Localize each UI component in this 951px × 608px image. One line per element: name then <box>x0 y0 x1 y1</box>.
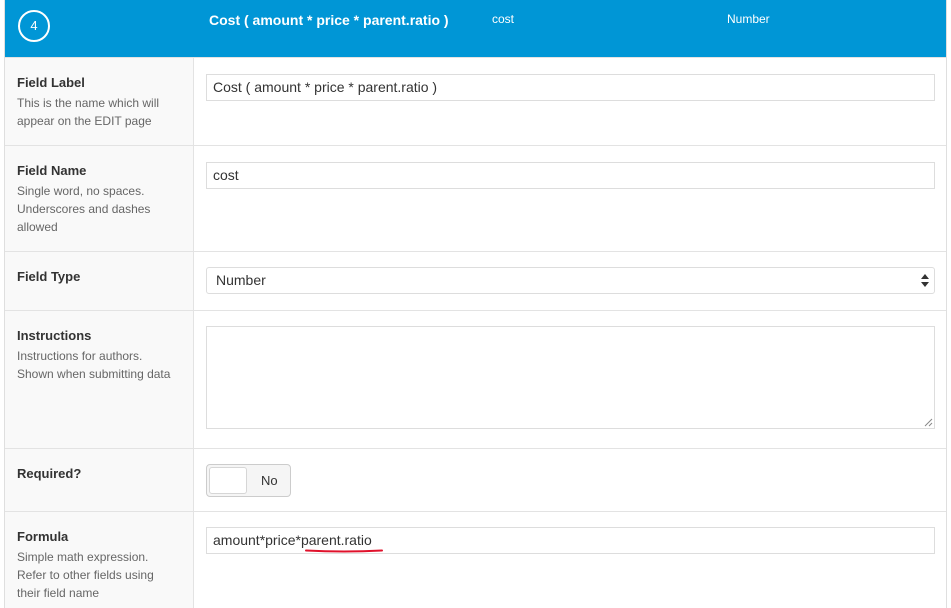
instructions-desc: Instructions for authors. Shown when sub… <box>17 347 181 383</box>
instructions-title: Instructions <box>17 328 92 343</box>
label-cell-field-type: Field Type <box>5 252 194 310</box>
required-toggle[interactable]: No <box>206 464 291 497</box>
field-name-input[interactable]: cost <box>206 162 935 189</box>
formula-title: Formula <box>17 529 69 544</box>
row-formula: Formula Simple math expression. Refer to… <box>5 511 946 608</box>
row-field-type: Field Type Number <box>5 251 946 310</box>
formula-value-prefix: amount*price* <box>213 532 301 548</box>
label-cell-field-label: Field Label This is the name which will … <box>5 58 194 145</box>
label-cell-formula: Formula Simple math expression. Refer to… <box>5 512 194 608</box>
field-order-badge: 4 <box>18 10 50 42</box>
field-label-desc: This is the name which will appear on th… <box>17 94 181 130</box>
formula-desc: Simple math expression. Refer to other f… <box>17 548 181 602</box>
header-field-label[interactable]: Cost ( amount * price * parent.ratio ) <box>209 12 449 28</box>
formula-input[interactable]: amount*price*parent.ratio <box>206 527 935 554</box>
formula-value-flagged: parent.ratio <box>300 532 372 548</box>
field-name-desc: Single word, no spaces. Underscores and … <box>17 182 181 236</box>
field-type-selected-value: Number <box>216 272 266 288</box>
select-updown-icon <box>921 274 929 287</box>
field-editor-panel: 4 Cost ( amount * price * parent.ratio )… <box>4 0 947 608</box>
field-label-input[interactable]: Cost ( amount * price * parent.ratio ) <box>206 74 935 101</box>
desc-line: Shown when submitting data <box>17 367 171 381</box>
header-field-type: Number <box>727 12 770 26</box>
desc-line: This is the name which will <box>17 96 160 110</box>
label-cell-instructions: Instructions Instructions for authors. S… <box>5 311 194 448</box>
field-name-title: Field Name <box>17 163 87 178</box>
spellcheck-underline <box>305 549 383 553</box>
field-label-title: Field Label <box>17 75 85 90</box>
desc-line: their field name <box>17 586 100 600</box>
instructions-textarea[interactable] <box>206 326 935 429</box>
toggle-knob <box>209 467 247 494</box>
row-instructions: Instructions Instructions for authors. S… <box>5 310 946 448</box>
desc-line: allowed <box>17 220 58 234</box>
row-field-label: Field Label This is the name which will … <box>5 57 946 145</box>
label-cell-required: Required? <box>5 449 194 511</box>
label-cell-field-name: Field Name Single word, no spaces. Under… <box>5 146 194 251</box>
header-field-name: cost <box>492 12 515 26</box>
toggle-state-label: No <box>261 473 278 488</box>
desc-line: Instructions for authors. <box>17 349 143 363</box>
field-type-title: Field Type <box>17 269 81 284</box>
required-title: Required? <box>17 466 82 481</box>
field-header-bar[interactable]: 4 Cost ( amount * price * parent.ratio )… <box>5 0 946 57</box>
desc-line: Simple math expression. <box>17 550 149 564</box>
field-type-select[interactable]: Number <box>206 267 935 294</box>
desc-line: Underscores and dashes <box>17 202 151 216</box>
desc-line: Refer to other fields using <box>17 568 154 582</box>
row-field-name: Field Name Single word, no spaces. Under… <box>5 145 946 251</box>
resize-grip-icon[interactable] <box>924 418 933 427</box>
desc-line: Single word, no spaces. <box>17 184 145 198</box>
row-required: Required? No <box>5 448 946 511</box>
desc-line: appear on the EDIT page <box>17 114 152 128</box>
